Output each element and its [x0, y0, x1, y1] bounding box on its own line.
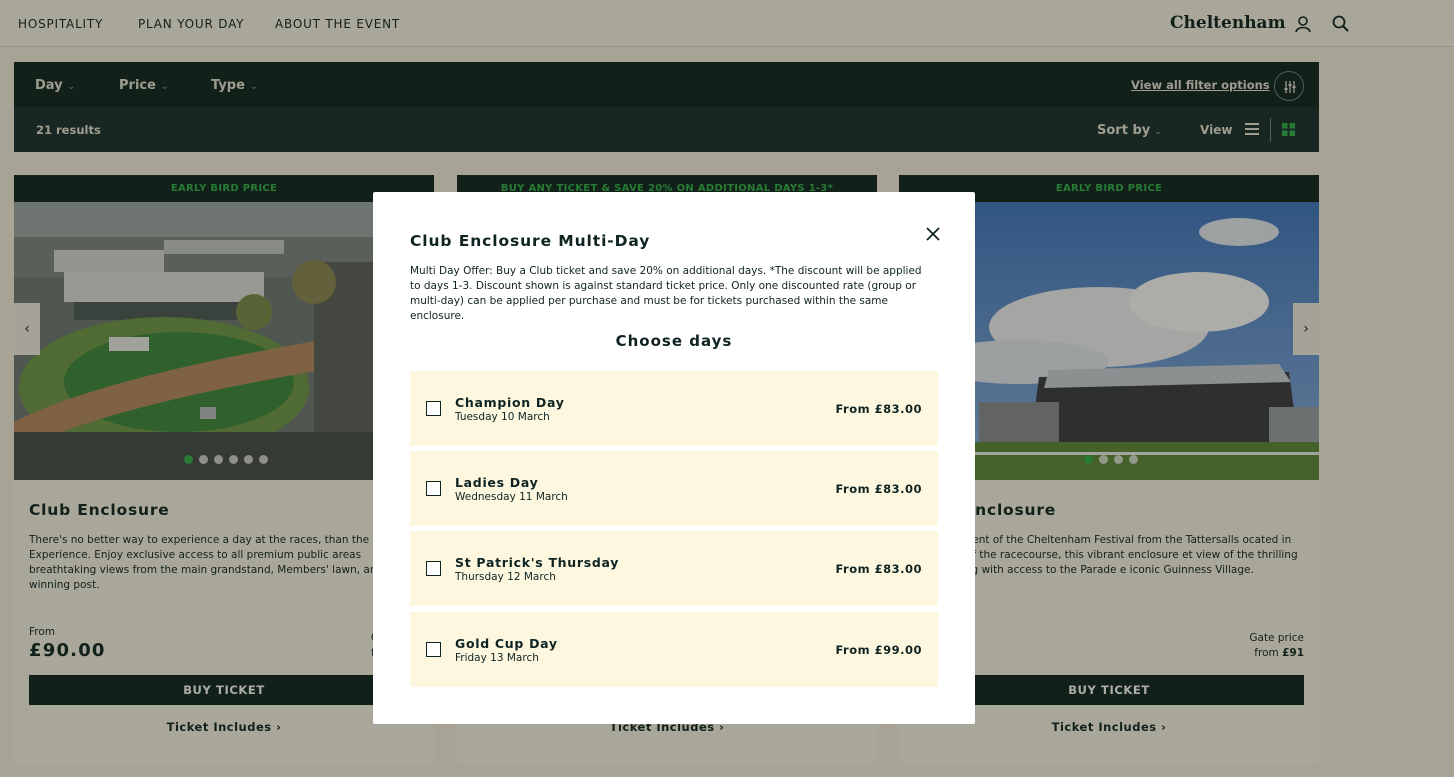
day-date: Tuesday 10 March	[455, 411, 550, 423]
modal-title: Club Enclosure Multi-Day	[410, 232, 651, 250]
day-date: Friday 13 March	[455, 652, 539, 664]
day-option-champion-day[interactable]: Champion Day Tuesday 10 March From £83.0…	[410, 371, 938, 446]
day-price: From £83.00	[835, 562, 922, 576]
day-name: Champion Day	[455, 395, 565, 410]
close-icon[interactable]	[923, 224, 943, 244]
day-date: Thursday 12 March	[455, 571, 556, 583]
day-date: Wednesday 11 March	[455, 491, 568, 503]
day-name: Gold Cup Day	[455, 636, 558, 651]
day-option-st-patricks-thursday[interactable]: St Patrick's Thursday Thursday 12 March …	[410, 531, 938, 606]
day-checkbox[interactable]	[426, 561, 441, 576]
day-price: From £83.00	[835, 402, 922, 416]
day-checkbox[interactable]	[426, 401, 441, 416]
day-checkbox[interactable]	[426, 642, 441, 657]
multi-day-offer-text: Multi Day Offer: Buy a Club ticket and s…	[410, 265, 922, 322]
multi-day-modal: Club Enclosure Multi-Day Multi Day Offer…	[373, 192, 975, 724]
day-checkbox[interactable]	[426, 481, 441, 496]
day-price: From £99.00	[835, 643, 922, 657]
day-name: Ladies Day	[455, 475, 539, 490]
day-price: From £83.00	[835, 482, 922, 496]
choose-days-heading: Choose days	[615, 332, 733, 350]
day-name: St Patrick's Thursday	[455, 555, 620, 570]
day-option-gold-cup-day[interactable]: Gold Cup Day Friday 13 March From £99.00	[410, 612, 938, 687]
day-option-ladies-day[interactable]: Ladies Day Wednesday 11 March From £83.0…	[410, 451, 938, 526]
